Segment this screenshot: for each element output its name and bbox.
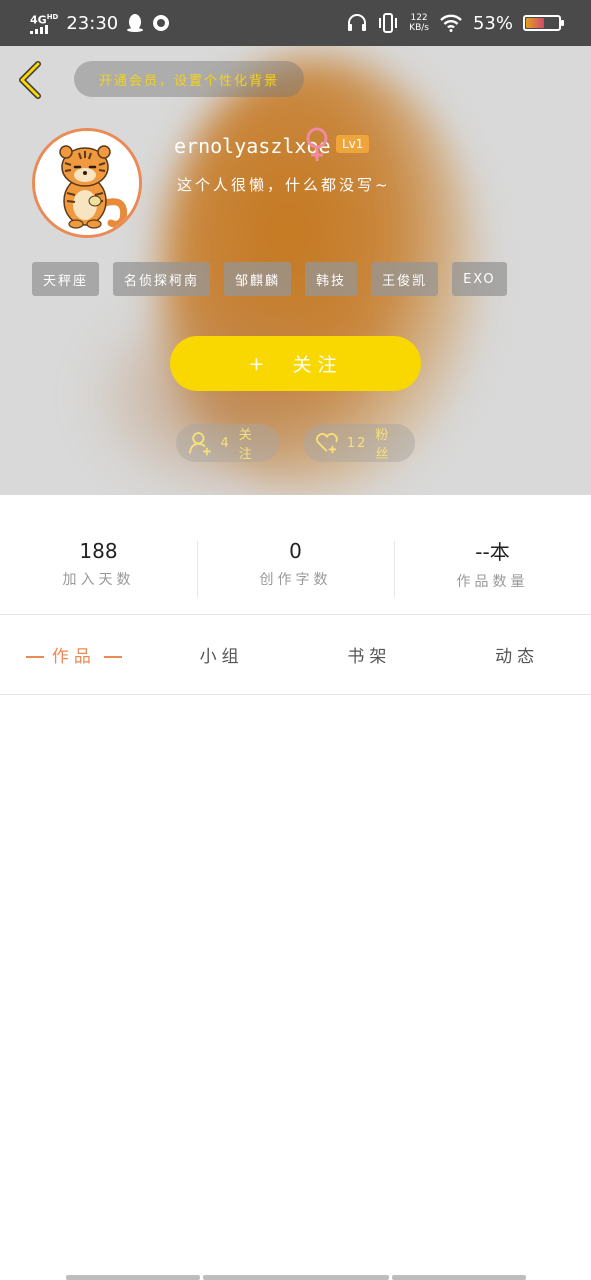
stat-join-days: 188 加入天数 bbox=[0, 495, 197, 614]
stat-works-count: --本 作品数量 bbox=[394, 495, 591, 614]
tag[interactable]: 韩技 bbox=[305, 262, 358, 296]
following-count-button[interactable]: 4 关注 bbox=[176, 424, 279, 462]
active-tab-dash-left bbox=[25, 656, 44, 658]
avatar[interactable] bbox=[32, 128, 142, 238]
tag[interactable]: 天秤座 bbox=[32, 262, 100, 296]
heart-plus-icon bbox=[316, 433, 338, 454]
stat-value: 188 bbox=[79, 538, 118, 563]
back-button[interactable] bbox=[14, 58, 48, 102]
tab-activity[interactable]: 动态 bbox=[443, 642, 591, 667]
fans-label: 粉丝 bbox=[375, 428, 391, 462]
tag[interactable]: 名侦探柯南 bbox=[113, 262, 211, 296]
speed-value: 122 bbox=[410, 13, 428, 23]
tiger-avatar-image bbox=[35, 131, 139, 235]
stat-word-count: 0 创作字数 bbox=[197, 495, 394, 614]
follow-button-label: 关注 bbox=[292, 354, 343, 376]
plus-icon: + bbox=[248, 352, 271, 375]
vibrate-icon bbox=[379, 13, 398, 33]
wifi-icon bbox=[440, 14, 462, 32]
qq-icon bbox=[127, 14, 144, 32]
app-notify-icon bbox=[153, 15, 170, 31]
following-label: 关注 bbox=[238, 428, 254, 462]
stat-value: 0 bbox=[289, 538, 302, 563]
profile-tabs: 作品 小组 书架 动态 bbox=[0, 615, 591, 695]
fans-count-button[interactable]: 12 粉丝 bbox=[303, 424, 415, 462]
home-indicator bbox=[66, 1275, 526, 1280]
network-sub: HD bbox=[46, 12, 59, 21]
gender-female-icon bbox=[306, 127, 328, 161]
stat-label: 加入天数 bbox=[62, 571, 135, 588]
battery-icon bbox=[523, 15, 564, 31]
tag[interactable]: 王俊凯 bbox=[371, 262, 439, 296]
back-icon bbox=[19, 61, 41, 99]
status-bar: 4GHD 23:30 122 KB/s 53% bbox=[0, 0, 591, 46]
tag-list: 天秤座 名侦探柯南 邹麒麟 韩技 王俊凯 EXO bbox=[32, 262, 507, 296]
vip-banner-button[interactable]: 开通会员，设置个性化背景 bbox=[74, 61, 304, 97]
follow-button[interactable]: + 关注 bbox=[170, 336, 421, 391]
tag[interactable]: EXO bbox=[452, 262, 507, 296]
active-tab-dash-right bbox=[103, 656, 122, 658]
profile-header: 开通会员，设置个性化背景 ernolyaszlxoe Lv1 这个人很懒，什么都… bbox=[0, 46, 591, 495]
speed-unit: KB/s bbox=[409, 23, 429, 33]
tab-bookshelf[interactable]: 书架 bbox=[296, 642, 444, 667]
network-indicator: 4GHD bbox=[30, 12, 58, 35]
tab-groups[interactable]: 小组 bbox=[148, 642, 296, 667]
clock: 23:30 bbox=[66, 12, 119, 34]
tab-label: 作品 bbox=[51, 647, 96, 667]
status-bar-right: 122 KB/s 53% bbox=[347, 12, 564, 34]
fans-count: 12 bbox=[346, 435, 368, 451]
tag[interactable]: 邹麒麟 bbox=[224, 262, 292, 296]
stat-value: --本 bbox=[475, 540, 510, 564]
user-plus-icon bbox=[188, 432, 211, 456]
stats-row: 188 加入天数 0 创作字数 --本 作品数量 bbox=[0, 495, 591, 615]
user-bio: 这个人很懒，什么都没写~ bbox=[177, 176, 391, 194]
stat-label: 创作字数 bbox=[259, 571, 332, 588]
status-bar-left: 4GHD 23:30 bbox=[30, 12, 170, 35]
headphones-icon bbox=[348, 14, 367, 31]
stat-label: 作品数量 bbox=[456, 574, 529, 590]
tab-works[interactable]: 作品 bbox=[0, 642, 148, 667]
following-count: 4 bbox=[220, 435, 231, 451]
signal-icon bbox=[30, 25, 58, 35]
network-speed: 122 KB/s bbox=[409, 13, 429, 33]
battery-percent: 53% bbox=[472, 12, 513, 34]
level-badge: Lv1 bbox=[336, 135, 370, 153]
